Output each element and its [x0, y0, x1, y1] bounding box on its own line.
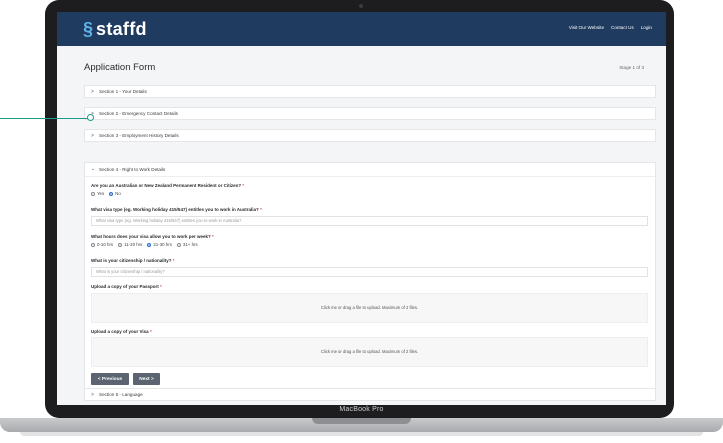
question-citizen: Are you an Australian or New Zealand Per… [91, 183, 245, 188]
question-visa-type: What visa type (eg. Working holiday 415/… [91, 207, 262, 212]
logo[interactable]: § staffd [83, 19, 147, 39]
question-visa-copy: Upload a copy of your Visa * [91, 329, 152, 334]
radio-selected-icon [109, 191, 114, 196]
logo-text: staffd [96, 19, 147, 39]
radio-icon [118, 242, 123, 247]
nav-link-website[interactable]: Visit Our Website [569, 25, 604, 30]
laptop-shadow [20, 432, 703, 436]
question-passport: Upload a copy of your Passport * [91, 284, 162, 289]
section-1-header[interactable]: > Section 1 - Your Details [84, 85, 656, 98]
visa-upload-dropzone[interactable]: Click me or drag a file to upload. Maxim… [91, 337, 648, 367]
section-4-header[interactable]: ⌄ Section 4 - Right to Work Details [91, 166, 165, 172]
stage-indicator: Stage 1 of 3 [619, 65, 644, 70]
question-hours: What hours does your visa allow you to w… [91, 234, 214, 239]
radio-citizen-no[interactable]: No [109, 191, 121, 196]
section-label: Section 5 - Language [99, 392, 143, 397]
chevron-right-icon: > [91, 391, 94, 398]
laptop-notch [312, 418, 411, 424]
callout-line [0, 118, 88, 119]
radio-hours-0-10[interactable]: 0-10 hrs [91, 242, 113, 247]
citizenship-input[interactable]: What is your citizenship / nationality? [91, 267, 648, 277]
passport-upload-dropzone[interactable]: Click me or drag a file to upload. Maxim… [91, 293, 648, 323]
section-label: Section 1 - Your Details [99, 89, 147, 94]
section-4-panel: ⌄ Section 4 - Right to Work Details Are … [84, 162, 656, 389]
device-label: MacBook Pro [339, 406, 384, 413]
next-button[interactable]: Next > [133, 373, 160, 385]
divider [85, 176, 655, 177]
section-2-header[interactable]: > Section 2 - Emergency Contact Details [84, 107, 656, 120]
callout-dot-icon [87, 114, 94, 121]
radio-icon [176, 242, 181, 247]
visa-type-input[interactable]: What visa type (eg. Working holiday 415/… [91, 216, 648, 226]
citizen-radio-group: Yes No [91, 191, 121, 196]
logo-icon: § [83, 19, 94, 39]
section-5-header[interactable]: > Section 5 - Language [84, 388, 656, 401]
radio-icon [91, 191, 95, 196]
radio-citizen-yes[interactable]: Yes [91, 191, 104, 196]
chevron-right-icon: > [91, 132, 94, 139]
screen: § staffd Visit Our Website Contact Us Lo… [57, 12, 666, 405]
nav-link-login[interactable]: Login [641, 25, 652, 30]
section-3-header[interactable]: > Section 3 - Employment History Details [84, 129, 656, 142]
top-nav: § staffd Visit Our Website Contact Us Lo… [57, 12, 666, 46]
hours-radio-group: 0-10 hrs 11-20 hrs 21-30 hrs 31+ hrs [91, 242, 198, 247]
section-label: Section 2 - Emergency Contact Details [99, 111, 178, 116]
section-label: Section 3 - Employment History Details [99, 133, 179, 138]
chevron-right-icon: > [91, 88, 94, 95]
previous-button[interactable]: < Previous [91, 373, 129, 385]
radio-icon [91, 242, 95, 247]
chevron-down-icon: ⌄ [91, 166, 96, 172]
section-label: Section 4 - Right to Work Details [99, 166, 166, 172]
radio-hours-11-20[interactable]: 11-20 hrs [118, 242, 142, 247]
radio-selected-icon [147, 242, 152, 247]
camera-icon [359, 4, 363, 8]
nav-link-contact[interactable]: Contact Us [611, 25, 634, 30]
radio-hours-31-plus[interactable]: 31+ hrs [176, 242, 198, 247]
question-citizenship: What is your citizenship / nationality? … [91, 258, 175, 263]
page-title: Application Form [84, 62, 156, 73]
radio-hours-21-30[interactable]: 21-30 hrs [147, 242, 172, 247]
